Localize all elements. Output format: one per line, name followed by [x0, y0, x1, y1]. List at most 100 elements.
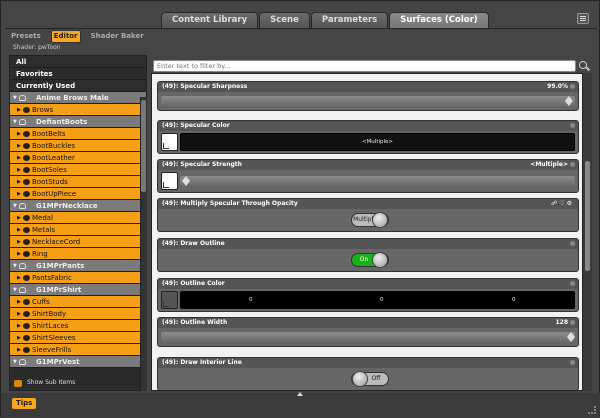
resize-grip-icon[interactable]: [588, 406, 596, 414]
prop-menu-icon[interactable]: [570, 162, 575, 167]
expand-arrow-icon[interactable]: ▶: [17, 104, 21, 116]
color-g-value: 0: [380, 297, 384, 303]
multiply-specular-toggle[interactable]: Multiple: [351, 212, 389, 228]
filter-input[interactable]: [153, 60, 576, 72]
expand-arrow-icon[interactable]: ▼: [13, 356, 17, 368]
prop-value: 128: [555, 319, 568, 326]
specular-sharpness-slider[interactable]: [161, 96, 575, 106]
specular-strength-slider[interactable]: [180, 176, 575, 186]
prop-label: (49): Specular Strength: [162, 161, 242, 168]
prop-menu-icon[interactable]: [570, 241, 575, 246]
pane-menu-icon[interactable]: [577, 13, 589, 24]
figure-icon: [19, 263, 26, 269]
prop-specular-strength: (49): Specular Strength <Multiple>: [157, 159, 579, 193]
tree-item[interactable]: ▶ ShirtBody: [10, 308, 146, 320]
tree-item[interactable]: ▶ ShirtLaces: [10, 320, 146, 332]
tree-item-currently-used[interactable]: Currently Used: [10, 80, 146, 92]
tree-group[interactable]: ▼ Anime Brows Male: [10, 92, 146, 104]
tree-item[interactable]: ▶ Medal: [10, 212, 146, 224]
tab-content-library[interactable]: Content Library: [161, 12, 259, 28]
toggle-knob[interactable]: [372, 252, 388, 268]
expand-up-icon[interactable]: [297, 392, 303, 396]
tree-item[interactable]: ▶ BootSoles: [10, 164, 146, 176]
tree-item[interactable]: ▶ NecklaceCord: [10, 236, 146, 248]
tree-item[interactable]: ▶ BootUpPiece: [10, 188, 146, 200]
texture-map-button[interactable]: [161, 291, 178, 309]
tree-item[interactable]: ▶ Brows: [10, 104, 146, 116]
tab-editor[interactable]: Editor: [50, 29, 81, 43]
expand-arrow-icon[interactable]: ▶: [17, 164, 21, 176]
tree-group[interactable]: ▼ G1MPrShirt: [10, 284, 146, 296]
slider-knob[interactable]: [564, 96, 573, 106]
show-sub-items-toggle[interactable]: Show Sub Items: [9, 377, 147, 389]
expand-arrow-icon[interactable]: ▶: [17, 224, 21, 236]
expand-arrow-icon[interactable]: ▶: [17, 176, 21, 188]
prop-menu-icon[interactable]: [570, 320, 575, 325]
tab-parameters[interactable]: Parameters: [310, 12, 389, 28]
tree-item[interactable]: ▶ BootBuckles: [10, 140, 146, 152]
tab-surfaces[interactable]: Surfaces (Color): [389, 12, 489, 28]
link-heart-gear-icons[interactable]: ☍♡⚙: [551, 199, 574, 209]
expand-arrow-icon[interactable]: ▼: [13, 200, 17, 212]
tree-item[interactable]: ▶ ShirtSleeves: [10, 332, 146, 344]
texture-map-button[interactable]: [161, 133, 178, 151]
tab-shader-baker[interactable]: Shader Baker: [89, 31, 146, 42]
tree-item[interactable]: ▶ Metals: [10, 224, 146, 236]
tree-item-all[interactable]: All: [10, 56, 146, 68]
slider-knob[interactable]: [567, 332, 575, 342]
tree-label: Medal: [32, 214, 54, 222]
tree-label: G1MPrVest: [36, 358, 80, 366]
tree-item-favorites[interactable]: Favorites: [10, 68, 146, 80]
expand-arrow-icon[interactable]: ▶: [17, 320, 21, 332]
tree-group[interactable]: ▼ G1MPrNecklace: [10, 200, 146, 212]
tree-group[interactable]: ▼ G1MPrVest: [10, 356, 146, 368]
search-icon[interactable]: [579, 61, 587, 69]
material-icon: [23, 143, 30, 149]
tree-item[interactable]: ▶ BootLeather: [10, 152, 146, 164]
tab-scene[interactable]: Scene: [259, 12, 310, 28]
material-icon: [23, 131, 30, 137]
expand-arrow-icon[interactable]: ▼: [13, 92, 17, 104]
tree-item[interactable]: ▶ Cuffs: [10, 296, 146, 308]
tree-scrollbar-thumb[interactable]: [141, 100, 146, 192]
expand-arrow-icon[interactable]: ▶: [17, 332, 21, 344]
tree-item[interactable]: ▶ BootBelts: [10, 128, 146, 140]
toggle-knob[interactable]: [352, 371, 368, 387]
expand-arrow-icon[interactable]: ▶: [17, 248, 21, 260]
expand-arrow-icon[interactable]: ▶: [17, 296, 21, 308]
outline-color-field[interactable]: 0 0 0: [180, 291, 575, 309]
expand-arrow-icon[interactable]: ▼: [13, 260, 17, 272]
slider-knob[interactable]: [182, 176, 190, 186]
material-icon: [23, 251, 30, 257]
property-scrollbar-thumb[interactable]: [585, 161, 590, 271]
draw-interior-line-toggle[interactable]: Off: [351, 371, 389, 387]
toggle-knob[interactable]: [372, 212, 388, 228]
expand-arrow-icon[interactable]: ▶: [17, 272, 21, 284]
tree-group[interactable]: ▼ DefiantBoots: [10, 116, 146, 128]
prop-menu-icon[interactable]: [570, 281, 575, 286]
expand-arrow-icon[interactable]: ▶: [17, 188, 21, 200]
tree-item[interactable]: ▶ SleeveFrills: [10, 344, 146, 356]
prop-menu-icon[interactable]: [570, 84, 575, 89]
prop-menu-icon[interactable]: [570, 360, 575, 365]
expand-arrow-icon[interactable]: ▼: [13, 116, 17, 128]
outline-width-slider[interactable]: [161, 332, 575, 342]
expand-arrow-icon[interactable]: ▶: [17, 152, 21, 164]
prop-menu-icon[interactable]: [570, 123, 575, 128]
expand-arrow-icon[interactable]: ▶: [17, 128, 21, 140]
tree-group[interactable]: ▼ G1MPrPants: [10, 260, 146, 272]
expand-arrow-icon[interactable]: ▶: [17, 236, 21, 248]
tree-item[interactable]: ▶ PantsFabric: [10, 272, 146, 284]
tree-item[interactable]: ▶ Ring: [10, 248, 146, 260]
expand-arrow-icon[interactable]: ▶: [17, 212, 21, 224]
expand-arrow-icon[interactable]: ▶: [17, 308, 21, 320]
expand-arrow-icon[interactable]: ▶: [17, 140, 21, 152]
tab-presets[interactable]: Presets: [9, 31, 43, 42]
texture-map-button[interactable]: [161, 172, 178, 190]
expand-arrow-icon[interactable]: ▼: [13, 284, 17, 296]
tree-item[interactable]: ▶ BootStuds: [10, 176, 146, 188]
tips-button[interactable]: Tips: [12, 398, 37, 409]
expand-arrow-icon[interactable]: ▶: [17, 344, 21, 356]
draw-outline-toggle[interactable]: On: [351, 252, 389, 268]
specular-color-field[interactable]: <Multiple>: [180, 133, 575, 151]
